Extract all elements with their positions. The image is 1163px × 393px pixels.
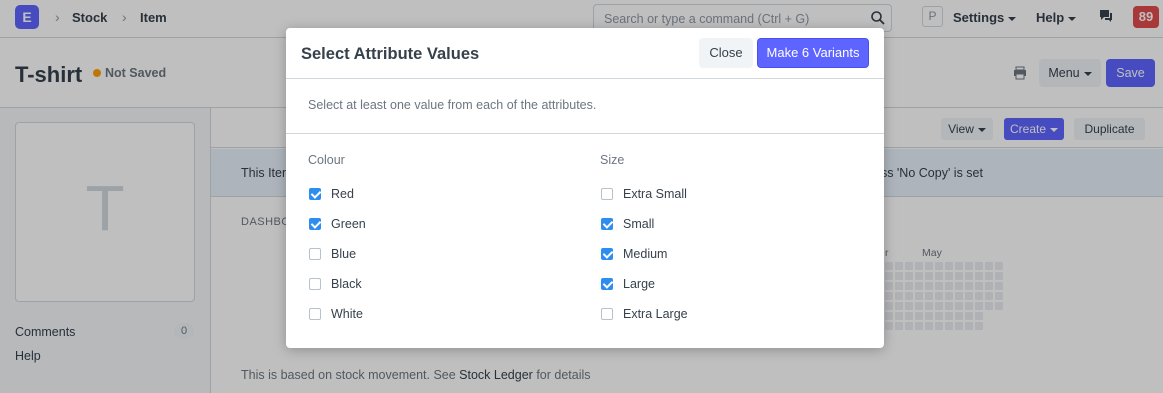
divider <box>286 133 884 134</box>
make-variants-button[interactable]: Make 6 Variants <box>757 38 869 68</box>
checkbox[interactable] <box>601 188 613 200</box>
option-label: Large <box>623 277 655 291</box>
option-label: Medium <box>623 247 668 261</box>
dialog-title: Select Attribute Values <box>301 45 480 63</box>
attribute-label-colour: Colour <box>308 153 345 167</box>
option-extra-small[interactable]: Extra Small <box>601 185 687 203</box>
checkbox[interactable] <box>309 308 321 320</box>
option-black[interactable]: Black <box>309 275 362 293</box>
checkbox[interactable] <box>309 278 321 290</box>
dialog-description: Select at least one value from each of t… <box>308 98 597 112</box>
option-red[interactable]: Red <box>309 185 354 203</box>
checkbox[interactable] <box>309 188 321 200</box>
checkbox[interactable] <box>309 218 321 230</box>
option-label: Extra Small <box>623 187 687 201</box>
option-extra-large[interactable]: Extra Large <box>601 305 688 323</box>
option-label: Blue <box>331 247 357 261</box>
option-blue[interactable]: Blue <box>309 245 356 263</box>
option-label: Green <box>331 217 366 231</box>
option-label: White <box>331 307 363 321</box>
option-label: Red <box>331 187 354 201</box>
option-small[interactable]: Small <box>601 215 654 233</box>
checkbox[interactable] <box>601 218 613 230</box>
checkbox[interactable] <box>309 248 321 260</box>
option-label: Black <box>331 277 362 291</box>
option-label: Extra Large <box>623 307 688 321</box>
close-button[interactable]: Close <box>699 38 753 68</box>
option-label: Small <box>623 217 655 231</box>
option-white[interactable]: White <box>309 305 363 323</box>
option-green[interactable]: Green <box>309 215 366 233</box>
dialog-header: Select Attribute Values Close Make 6 Var… <box>286 28 884 79</box>
checkbox[interactable] <box>601 308 613 320</box>
option-large[interactable]: Large <box>601 275 655 293</box>
option-medium[interactable]: Medium <box>601 245 667 263</box>
select-attribute-values-dialog: Select Attribute Values Close Make 6 Var… <box>286 28 884 348</box>
checkbox[interactable] <box>601 278 613 290</box>
checkbox[interactable] <box>601 248 613 260</box>
attribute-label-size: Size <box>600 153 625 167</box>
